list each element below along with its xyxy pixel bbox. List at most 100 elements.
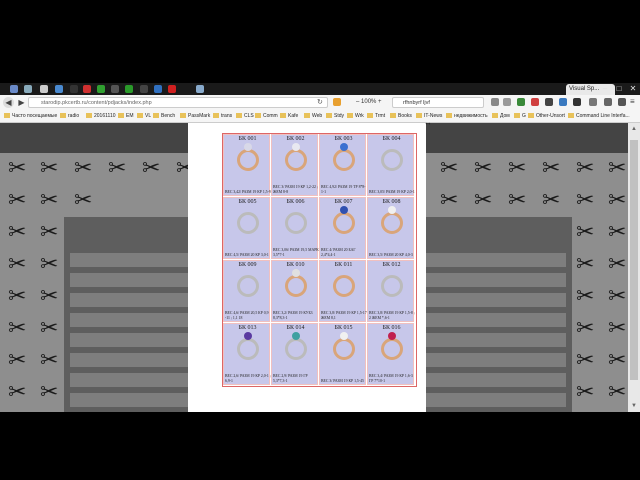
addon-icon[interactable] [573, 98, 581, 106]
addon-icon[interactable] [559, 98, 567, 106]
bookmark-item[interactable]: Command Line Interfa... [568, 112, 630, 121]
bookmark-item[interactable]: Дом [492, 112, 510, 121]
tab-favicon[interactable] [154, 85, 162, 93]
tab-favicon[interactable] [10, 85, 18, 93]
tab-favicon[interactable] [40, 85, 48, 93]
scroll-up-icon[interactable]: ▲ [628, 124, 640, 134]
forward-icon[interactable]: ▶ [16, 97, 27, 108]
ring-icon [333, 275, 355, 297]
bookmark-item[interactable]: Часто посещаемые [4, 112, 57, 121]
addon-icon[interactable] [333, 98, 341, 106]
scissors-icon: ✂ [508, 187, 527, 212]
search-input[interactable]: rfhnbyrf ljvf [392, 97, 484, 108]
bookmark-label: EM [126, 113, 134, 119]
ring-icon [237, 338, 259, 360]
catalog-item: БК 002 ВЕС 3/ РАЗМ 19 КР 1,2-22 ; ЖЕМ 8-8 [271, 134, 318, 196]
scissors-icon: ✂ [576, 315, 595, 340]
scissors-icon: ✂ [576, 155, 595, 180]
star-icon[interactable] [491, 98, 499, 106]
tab-favicon[interactable] [83, 85, 91, 93]
bookmark-label: Kafe [288, 113, 299, 119]
item-code: БК 015 [334, 325, 353, 331]
maximize-icon[interactable]: □ [612, 83, 626, 94]
gem-icon [340, 332, 348, 340]
tab-favicon[interactable] [125, 85, 133, 93]
tab-favicon[interactable] [196, 85, 204, 93]
clipboard-icon[interactable] [503, 98, 511, 106]
ring-icon [285, 149, 307, 171]
tab-favicon[interactable] [24, 85, 32, 93]
bookmark-item[interactable]: G [514, 112, 526, 121]
close-icon[interactable]: ✕ [626, 83, 640, 94]
bookmark-item[interactable]: radio [60, 112, 79, 121]
zoom-level[interactable]: – 100% + [356, 97, 388, 108]
scroll-down-icon[interactable]: ▼ [628, 401, 640, 411]
item-description: ВЕС 4,5/ РАЗМ 20 КР 3,0-1 [225, 252, 269, 257]
addon-icon[interactable] [531, 98, 539, 106]
tab-favicon[interactable] [140, 85, 148, 93]
bookmark-label: G [522, 113, 526, 119]
addon-icon[interactable] [618, 98, 626, 106]
scissors-icon: ✂ [608, 315, 627, 340]
scissors-icon: ✂ [8, 347, 27, 372]
folder-icon [60, 113, 66, 119]
bookmark-label: Часто посещаемые [12, 113, 58, 119]
tab-favicon[interactable] [55, 85, 63, 93]
bookmark-label: Wrk [355, 113, 364, 119]
bookmark-item[interactable]: недвижимость [446, 112, 488, 121]
item-code: БК 006 [286, 199, 305, 205]
scissors-icon: ✂ [40, 187, 59, 212]
item-code: БК 016 [382, 325, 401, 331]
bookmark-item[interactable]: Comm [255, 112, 278, 121]
back-icon[interactable]: ◀ [3, 97, 14, 108]
bookmark-item[interactable]: Books [390, 112, 412, 121]
menu-icon[interactable]: ≡ [630, 98, 638, 106]
scissors-icon: ✂ [576, 347, 595, 372]
scissors-icon: ✂ [608, 283, 627, 308]
bookmark-item[interactable]: Trmt [367, 112, 385, 121]
tab-favicon[interactable] [70, 85, 78, 93]
bookmark-item[interactable]: Kafe [280, 112, 298, 121]
folder-icon [280, 113, 286, 119]
bookmark-label: Web [312, 113, 323, 119]
minimize-icon[interactable]: – [598, 83, 612, 94]
scissors-icon: ✂ [40, 379, 59, 404]
scissors-icon: ✂ [508, 155, 527, 180]
addon-icon[interactable] [545, 98, 553, 106]
catalog-item: БК 012 ВЕС 3,8/ РАЗМ 19 КР 1,5-8 ; 2 ЖЕМ … [367, 260, 415, 322]
scissors-icon: ✂ [8, 251, 27, 276]
item-code: БК 001 [238, 136, 257, 142]
bookmark-item[interactable]: Other-Unsort [528, 112, 565, 121]
bookmark-item[interactable]: PassMark [180, 112, 210, 121]
scissors-icon: ✂ [8, 155, 27, 180]
addon-icon[interactable] [604, 98, 612, 106]
bookmark-item[interactable]: 20161110 [86, 112, 116, 121]
url-input[interactable]: starodip.pkcertb.ru/content/pdjacks/inde… [28, 97, 328, 108]
scissors-icon: ✂ [440, 187, 459, 212]
bookmark-item[interactable]: trans [213, 112, 232, 121]
tab-favicon[interactable] [168, 85, 176, 93]
reload-icon[interactable]: ↻ [317, 98, 325, 106]
bookmark-label: PassMark [188, 113, 211, 119]
scissors-icon: ✂ [542, 155, 561, 180]
scrollbar-thumb[interactable] [630, 140, 638, 380]
bookmark-item[interactable]: VL [137, 112, 151, 121]
gem-icon [388, 332, 396, 340]
bookmark-item[interactable]: EM [118, 112, 134, 121]
scissors-icon: ✂ [440, 155, 459, 180]
tab-favicon[interactable] [97, 85, 105, 93]
addon-icon[interactable] [589, 98, 597, 106]
bookmark-item[interactable]: Wrk [347, 112, 364, 121]
bookmark-item[interactable]: Stdy [326, 112, 344, 121]
bookmark-label: Дом [500, 113, 510, 119]
tab-favicon[interactable] [111, 85, 119, 93]
bookmark-item[interactable]: Bench [153, 112, 175, 121]
addon-icon[interactable] [517, 98, 525, 106]
ring-icon [237, 275, 259, 297]
resize-cursor-icon: ↔ [424, 118, 432, 127]
scissors-icon: ✂ [542, 187, 561, 212]
item-code: БК 010 [286, 262, 305, 268]
bookmark-item[interactable]: Web [304, 112, 322, 121]
catalog-item: БК 006 ВЕС 3,06/ РАЗМ 19,5 МАРК 3,5*7-1 [271, 197, 319, 259]
bookmark-item[interactable]: CLS [236, 112, 254, 121]
